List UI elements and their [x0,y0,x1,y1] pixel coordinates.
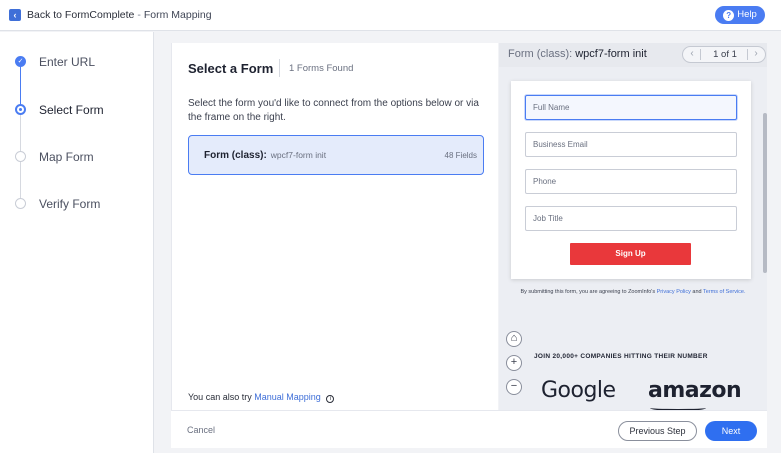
cancel-button[interactable]: Cancel [187,425,215,435]
zoom-out-icon[interactable]: − [506,379,522,395]
step-label: Enter URL [39,55,96,69]
step-map-form[interactable]: Map Form [0,147,154,167]
form-preview-frame: Form (class): wpcf7-form init ‹ 1 of 1 ›… [499,43,767,410]
back-link[interactable]: Back to FormComplete [27,9,134,21]
breadcrumb: Back to FormComplete - Form Mapping [27,9,212,21]
privacy-policy-link[interactable]: Privacy Policy [657,289,691,295]
form-pager: ‹ 1 of 1 › [682,46,766,63]
pager-divider [700,49,701,60]
preview-form-name: wpcf7-form init [575,48,647,60]
amazon-logo-text: amazon [648,378,742,403]
preview-title-prefix: Form (class): [508,48,573,60]
back-arrow-icon[interactable]: ‹ [9,9,21,21]
home-icon[interactable]: ⌂ [506,331,522,347]
form-class-name: wpcf7-form init [270,150,327,160]
consent-text: By submitting this form, you are agreein… [519,288,747,296]
manual-mapping-hint: You can also try Manual Mapping i [188,392,335,403]
form-option-label: Form (class): wpcf7-form init [204,150,326,161]
form-class-label: Form (class): [204,150,267,161]
pager-next-icon[interactable]: › [749,48,763,59]
steps-sidebar: ✓ Enter URL Select Form Map Form Verify … [0,32,154,453]
sign-up-button[interactable]: Sign Up [570,243,691,265]
form-option-card[interactable]: Form (class): wpcf7-form init 48 Fields [188,135,484,175]
step-label: Map Form [39,150,94,164]
pager-divider [747,49,748,60]
top-bar: ‹ Back to FormComplete - Form Mapping ? He… [0,0,781,31]
pager-prev-icon[interactable]: ‹ [685,48,699,59]
pager-count: 1 of 1 [713,49,737,60]
preview-scrollbar[interactable] [763,113,767,273]
step-verify-form[interactable]: Verify Form [0,194,154,214]
preview-header: Form (class): wpcf7-form init ‹ 1 of 1 › [499,43,767,67]
business-email-field[interactable]: Business Email [525,132,737,157]
preview-form: Full Name Business Email Phone Job Title… [511,81,751,279]
step-complete-icon: ✓ [15,56,26,67]
step-pending-icon [15,198,26,209]
step-current-icon [15,104,26,115]
full-name-field[interactable]: Full Name [525,95,737,120]
step-select-form[interactable]: Select Form [0,100,154,120]
panel-title: Select a Form [188,61,274,76]
manual-mapping-link[interactable]: Manual Mapping [254,392,321,402]
manual-prefix: You can also try [188,392,252,402]
next-button[interactable]: Next [705,421,757,441]
phone-field[interactable]: Phone [525,169,737,194]
help-label: Help [737,9,757,20]
panel-description: Select the form you'd like to connect fr… [188,98,479,123]
job-title-field[interactable]: Job Title [525,206,737,231]
step-label: Verify Form [39,197,101,211]
previous-step-button[interactable]: Previous Step [618,421,697,441]
step-enter-url[interactable]: ✓ Enter URL [0,52,154,72]
step-pending-icon [15,151,26,162]
join-banner: JOIN 20,000+ COMPANIES HITTING THEIR NUM… [534,353,708,360]
zoom-in-icon[interactable]: + [506,355,522,371]
terms-link[interactable]: Terms of Service. [703,289,745,295]
step-label: Select Form [39,103,104,117]
select-form-panel: Select a Form 1 Forms Found Select the f… [171,43,498,410]
help-button[interactable]: ? Help [715,6,765,24]
help-icon: ? [723,9,735,21]
preview-title: Form (class): wpcf7-form init [508,48,647,60]
form-field-count: 48 Fields [444,151,477,160]
amazon-logo: amazon [648,378,742,410]
google-logo: Google [541,378,616,403]
title-divider [279,59,280,77]
consent-and: and [692,289,702,295]
forms-found-count: 1 Forms Found [289,63,354,74]
page-title: Form Mapping [143,9,212,21]
breadcrumb-separator: - [137,9,141,21]
footer-bar: Cancel Previous Step Next [171,410,767,448]
consent-prefix: By submitting this form, you are agreein… [520,289,656,295]
info-icon[interactable]: i [326,395,335,403]
